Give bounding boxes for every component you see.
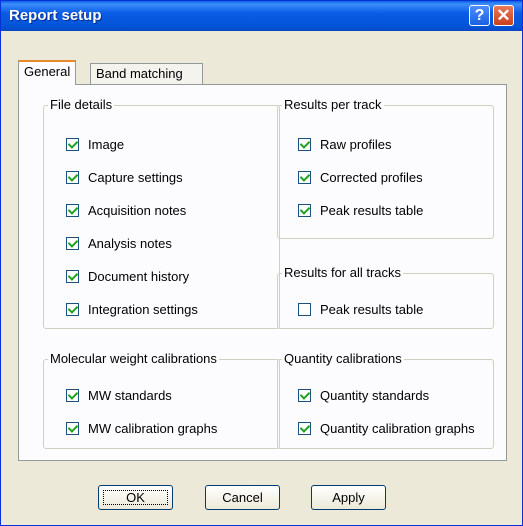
tab-general[interactable]: General	[18, 60, 77, 85]
checkbox-quantity-standards-box[interactable]	[298, 389, 311, 402]
checkbox-document-history[interactable]: Document history	[66, 268, 189, 285]
checkbox-capture-settings[interactable]: Capture settings	[66, 169, 183, 186]
results-all-tracks-label: Results for all tracks	[282, 265, 404, 280]
checkbox-peak-results-all-tracks-box[interactable]	[298, 303, 311, 316]
checkbox-integration-settings[interactable]: Integration settings	[66, 301, 198, 318]
cancel-button-label: Cancel	[222, 490, 263, 505]
checkbox-mw-standards-box[interactable]	[66, 389, 79, 402]
checkbox-raw-profiles[interactable]: Raw profiles	[298, 136, 392, 153]
checkbox-peak-results-per-track[interactable]: Peak results table	[298, 202, 423, 219]
checkbox-peak-results-per-track-label: Peak results table	[320, 203, 424, 218]
apply-button[interactable]: Apply	[311, 485, 386, 510]
checkbox-analysis-notes-box[interactable]	[66, 237, 79, 250]
checkbox-peak-results-all-tracks-label: Peak results table	[320, 302, 424, 317]
checkbox-mw-calibration-graphs-label: MW calibration graphs	[88, 421, 218, 436]
mw-calibrations-label: Molecular weight calibrations	[48, 351, 219, 366]
checkbox-peak-results-per-track-box[interactable]	[298, 204, 311, 217]
checkbox-corrected-profiles-box[interactable]	[298, 171, 311, 184]
tab-band-matching[interactable]: Band matching	[90, 63, 203, 85]
mw-calibrations-group: Molecular weight calibrations MW standar…	[43, 351, 280, 449]
close-button[interactable]: ✕	[493, 5, 514, 26]
checkbox-analysis-notes[interactable]: Analysis notes	[66, 235, 172, 252]
checkbox-integration-settings-label: Integration settings	[88, 302, 198, 317]
close-icon: ✕	[496, 6, 511, 25]
checkbox-image-label: Image	[88, 137, 125, 152]
file-details-group: File details Image Capture settings Acqu…	[43, 97, 280, 329]
checkbox-analysis-notes-label: Analysis notes	[88, 236, 172, 251]
checkbox-quantity-calibration-graphs-box[interactable]	[298, 422, 311, 435]
file-details-label: File details	[48, 97, 115, 112]
general-tab-panel: File details Image Capture settings Acqu…	[18, 84, 507, 461]
cancel-button[interactable]: Cancel	[205, 485, 280, 510]
checkbox-raw-profiles-box[interactable]	[298, 138, 311, 151]
tab-band-matching-label: Band matching	[96, 66, 183, 81]
checkbox-mw-calibration-graphs[interactable]: MW calibration graphs	[66, 420, 217, 437]
checkbox-quantity-calibration-graphs[interactable]: Quantity calibration graphs	[298, 420, 475, 437]
checkbox-acquisition-notes-box[interactable]	[66, 204, 79, 217]
ok-button[interactable]: OK	[98, 485, 173, 510]
quantity-calibrations-group: Quantity calibrations Quantity standards…	[277, 351, 494, 449]
checkbox-quantity-standards[interactable]: Quantity standards	[298, 387, 429, 404]
results-per-track-group: Results per track Raw profiles Corrected…	[277, 97, 494, 239]
checkbox-mw-standards-label: MW standards	[88, 388, 172, 403]
help-button[interactable]: ?	[469, 5, 490, 26]
checkbox-capture-settings-label: Capture settings	[88, 170, 183, 185]
apply-button-label: Apply	[332, 490, 365, 505]
checkbox-document-history-label: Document history	[88, 269, 190, 284]
checkbox-corrected-profiles[interactable]: Corrected profiles	[298, 169, 423, 186]
checkbox-corrected-profiles-label: Corrected profiles	[320, 170, 423, 185]
checkbox-image-box[interactable]	[66, 138, 79, 151]
checkbox-document-history-box[interactable]	[66, 270, 79, 283]
ok-focus-rect	[103, 490, 168, 505]
checkbox-integration-settings-box[interactable]	[66, 303, 79, 316]
checkbox-peak-results-all-tracks[interactable]: Peak results table	[298, 301, 423, 318]
checkbox-acquisition-notes-label: Acquisition notes	[88, 203, 187, 218]
results-all-tracks-group: Results for all tracks Peak results tabl…	[277, 265, 494, 329]
checkbox-acquisition-notes[interactable]: Acquisition notes	[66, 202, 186, 219]
checkbox-quantity-calibration-graphs-label: Quantity calibration graphs	[320, 421, 475, 436]
checkbox-mw-standards[interactable]: MW standards	[66, 387, 172, 404]
checkbox-mw-calibration-graphs-box[interactable]	[66, 422, 79, 435]
quantity-calibrations-label: Quantity calibrations	[282, 351, 404, 366]
checkbox-image[interactable]: Image	[66, 136, 124, 153]
help-icon: ?	[474, 7, 485, 24]
title-bar[interactable]: Report setup ? ✕	[1, 1, 522, 31]
window-title: Report setup	[9, 7, 102, 24]
checkbox-quantity-standards-label: Quantity standards	[320, 388, 430, 403]
results-per-track-label: Results per track	[282, 97, 384, 112]
tab-general-label: General	[24, 64, 71, 79]
checkbox-raw-profiles-label: Raw profiles	[320, 137, 392, 152]
checkbox-capture-settings-box[interactable]	[66, 171, 79, 184]
report-setup-dialog: Report setup ? ✕ General Band matching F…	[0, 0, 523, 526]
